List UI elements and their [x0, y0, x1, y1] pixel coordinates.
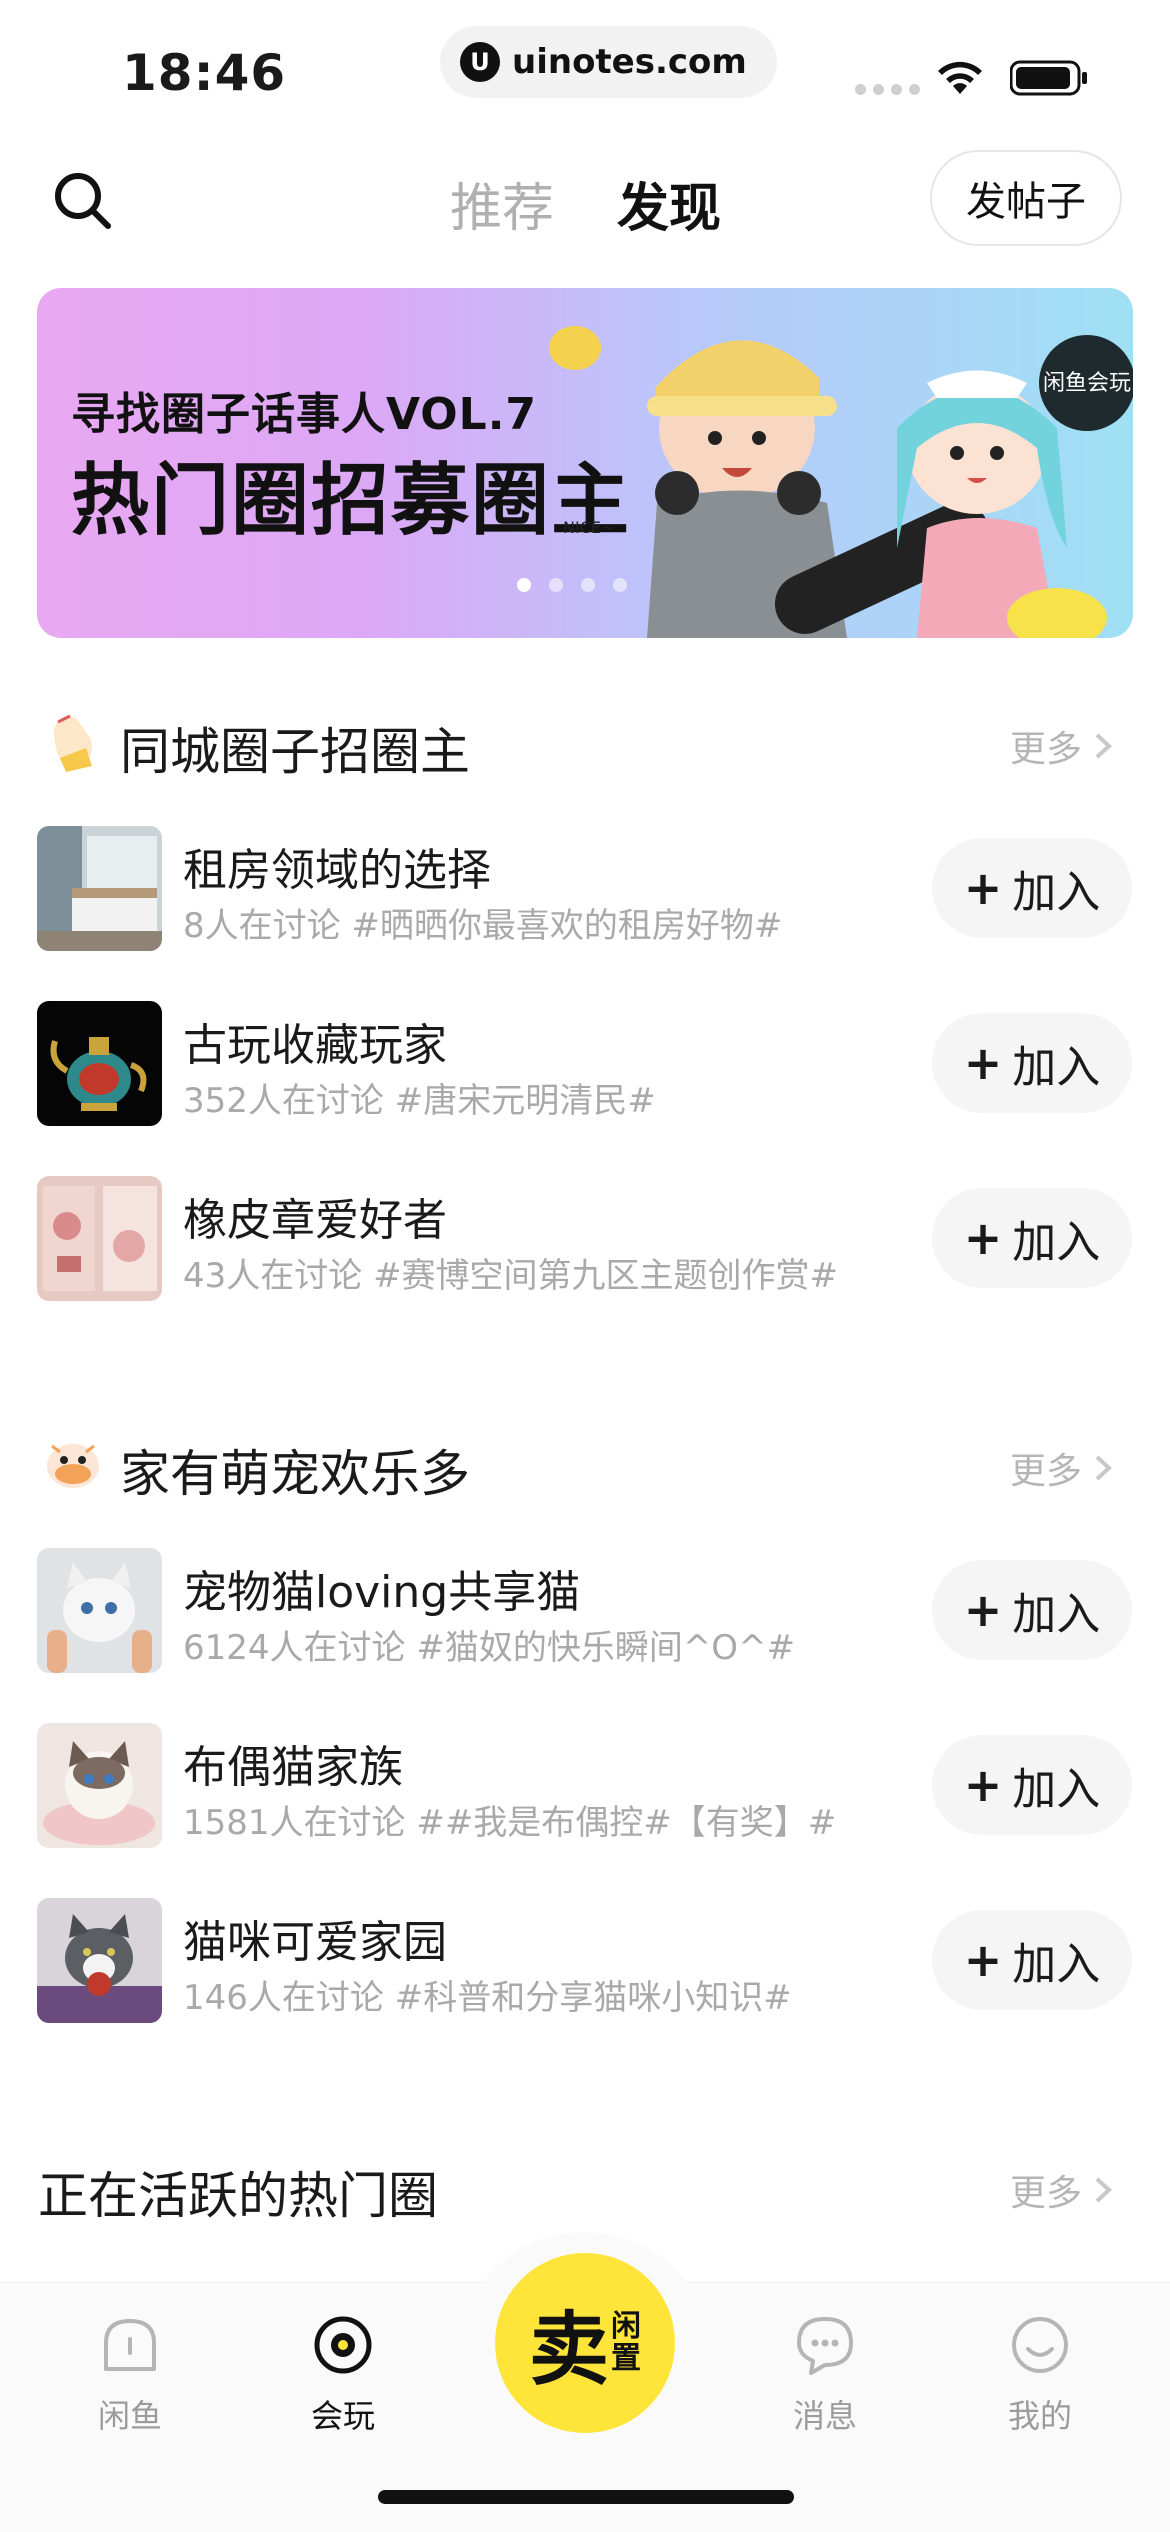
url-text: uinotes.com: [512, 42, 747, 82]
tab-messages[interactable]: 消息: [760, 2313, 890, 2437]
circle-subtitle: 146人在讨论 #科普和分享猫咪小知识#: [183, 1978, 792, 2018]
more-label: 更多: [1010, 729, 1083, 770]
section-title: 同城圈子招圈主: [120, 723, 470, 781]
smiley-icon: [1012, 2317, 1068, 2373]
url-pill[interactable]: U uinotes.com: [440, 26, 777, 98]
home-icon: [104, 2319, 156, 2371]
circle-subtitle: 6124人在讨论 #猫奴的快乐瞬间^O^#: [183, 1628, 796, 1668]
tab-label: 闲鱼: [97, 2397, 162, 2435]
site-logo-icon: U: [460, 42, 500, 82]
sell-side-label: 闲 置: [611, 2311, 641, 2375]
join-label: 加入: [1012, 1217, 1101, 1268]
plus-icon: +: [963, 861, 1003, 915]
plus-icon: +: [963, 1211, 1003, 1265]
search-icon[interactable]: [50, 168, 116, 234]
section-local-circles: 同城圈子招圈主 更多 租房领域的选择 8人在讨论 #晒晒你最喜欢的租房好物# +…: [0, 688, 1170, 1351]
white-cat-photo: [37, 1548, 162, 1673]
section-pets: 家有萌宠欢乐多 更多 宠物猫loving共享猫 6124人在讨论 #猫奴的快乐瞬…: [0, 1410, 1170, 2073]
plus-icon: +: [963, 1758, 1003, 1812]
join-button[interactable]: + 加入: [932, 1560, 1132, 1660]
list-item[interactable]: 橡皮章爱好者 43人在讨论 #赛博空间第九区主题创作赏# + 加入: [0, 1176, 1170, 1351]
sell-side-bottom: 置: [611, 2341, 641, 2376]
circle-title: 宠物猫loving共享猫: [183, 1567, 581, 1618]
join-label: 加入: [1012, 1764, 1101, 1815]
chevron-right-icon: [1095, 2177, 1112, 2203]
plus-icon: +: [963, 1933, 1003, 1987]
circle-title: 租房领域的选择: [183, 845, 491, 896]
join-label: 加入: [1012, 867, 1101, 918]
circle-title: 古玩收藏玩家: [183, 1020, 447, 1071]
circle-title: 猫咪可爱家园: [183, 1917, 447, 1968]
status-bar: 18:46 U uinotes.com: [0, 0, 1170, 130]
join-label: 加入: [1012, 1042, 1101, 1093]
circle-subtitle: 352人在讨论 #唐宋元明清民#: [183, 1081, 656, 1121]
chevron-right-icon: [1095, 733, 1112, 759]
create-post-button[interactable]: 发帖子: [930, 150, 1122, 246]
list-item[interactable]: 布偶猫家族 1581人在讨论 ##我是布偶控#【有奖】# + 加入: [0, 1723, 1170, 1898]
play-circle-icon: [314, 2316, 372, 2374]
cellular-signal-icon: [855, 84, 920, 95]
antique-teapot-photo: [37, 1001, 162, 1126]
top-navigation: 推荐 发现 发帖子: [0, 140, 1170, 260]
status-time: 18:46: [122, 44, 287, 102]
more-link[interactable]: 更多: [1010, 1442, 1114, 1494]
pufferfish-icon: [47, 1444, 99, 1488]
circle-subtitle: 43人在讨论 #赛博空间第九区主题创作赏#: [183, 1256, 839, 1296]
list-item[interactable]: 宠物猫loving共享猫 6124人在讨论 #猫奴的快乐瞬间^O^# + 加入: [0, 1548, 1170, 1723]
raised-hand-icon: [54, 714, 92, 772]
banner-subtitle: 寻找圈子话事人VOL.7: [71, 389, 538, 440]
list-item[interactable]: 古玩收藏玩家 352人在讨论 #唐宋元明清民# + 加入: [0, 1001, 1170, 1176]
tab-huiwan[interactable]: 会玩: [278, 2313, 408, 2437]
sell-side-top: 闲: [611, 2309, 641, 2344]
promo-banner[interactable]: 寻找圈子话事人VOL.7 热门圈招募圈主 闲鱼会玩 NICE~: [37, 288, 1133, 638]
more-link[interactable]: 更多: [1010, 2164, 1114, 2216]
tab-label: 会玩: [310, 2397, 375, 2435]
join-button[interactable]: + 加入: [932, 1013, 1132, 1113]
grey-cat-photo: [37, 1898, 162, 2023]
more-label: 更多: [1010, 2173, 1083, 2214]
section-header: 同城圈子招圈主 更多: [0, 688, 1170, 788]
list-item[interactable]: 租房领域的选择 8人在讨论 #晒晒你最喜欢的租房好物# + 加入: [0, 826, 1170, 1001]
section-title: 家有萌宠欢乐多: [120, 1445, 470, 1503]
join-button[interactable]: + 加入: [932, 1188, 1132, 1288]
section-hot-circles: 正在活跃的热门圈 更多: [0, 2132, 1170, 2232]
join-button[interactable]: + 加入: [932, 1735, 1132, 1835]
ragdoll-cat-photo: [37, 1723, 162, 1848]
circle-subtitle: 1581人在讨论 ##我是布偶控#【有奖】#: [183, 1803, 837, 1843]
plus-icon: +: [963, 1036, 1003, 1090]
tab-label: 我的: [1007, 2397, 1072, 2435]
circle-title: 布偶猫家族: [183, 1742, 403, 1793]
sell-button[interactable]: 卖 闲 置: [495, 2253, 675, 2433]
wifi-icon: [938, 61, 982, 94]
battery-icon: [1010, 60, 1087, 96]
tab-discover[interactable]: 发现: [617, 166, 721, 241]
home-indicator[interactable]: [378, 2490, 794, 2504]
banner-pagination: [517, 578, 627, 592]
chevron-right-icon: [1095, 1455, 1112, 1481]
section-title: 正在活跃的热门圈: [38, 2167, 438, 2225]
more-link[interactable]: 更多: [1010, 720, 1114, 772]
join-button[interactable]: + 加入: [932, 1910, 1132, 2010]
section-header: 正在活跃的热门圈 更多: [0, 2132, 1170, 2232]
tab-label: 消息: [792, 2397, 857, 2435]
sell-label: 卖: [529, 2302, 609, 2396]
plus-icon: +: [963, 1583, 1003, 1637]
tab-xianyu[interactable]: 闲鱼: [65, 2313, 195, 2437]
join-label: 加入: [1012, 1589, 1101, 1640]
more-label: 更多: [1010, 1451, 1083, 1492]
list-item[interactable]: 猫咪可爱家园 146人在讨论 #科普和分享猫咪小知识# + 加入: [0, 1898, 1170, 2073]
circle-subtitle: 8人在讨论 #晒晒你最喜欢的租房好物#: [183, 906, 783, 946]
bedroom-photo: [37, 826, 162, 951]
rubber-stamp-photo: [37, 1176, 162, 1301]
chat-bubble-icon: [797, 2317, 853, 2375]
tab-profile[interactable]: 我的: [975, 2313, 1105, 2437]
section-header: 家有萌宠欢乐多 更多: [0, 1410, 1170, 1510]
join-label: 加入: [1012, 1939, 1101, 1990]
circle-title: 橡皮章爱好者: [183, 1195, 447, 1246]
tab-recommend[interactable]: 推荐: [450, 166, 554, 241]
join-button[interactable]: + 加入: [932, 838, 1132, 938]
banner-badge: 闲鱼会玩: [1043, 371, 1131, 396]
banner-sticker: NICE~: [563, 518, 614, 537]
